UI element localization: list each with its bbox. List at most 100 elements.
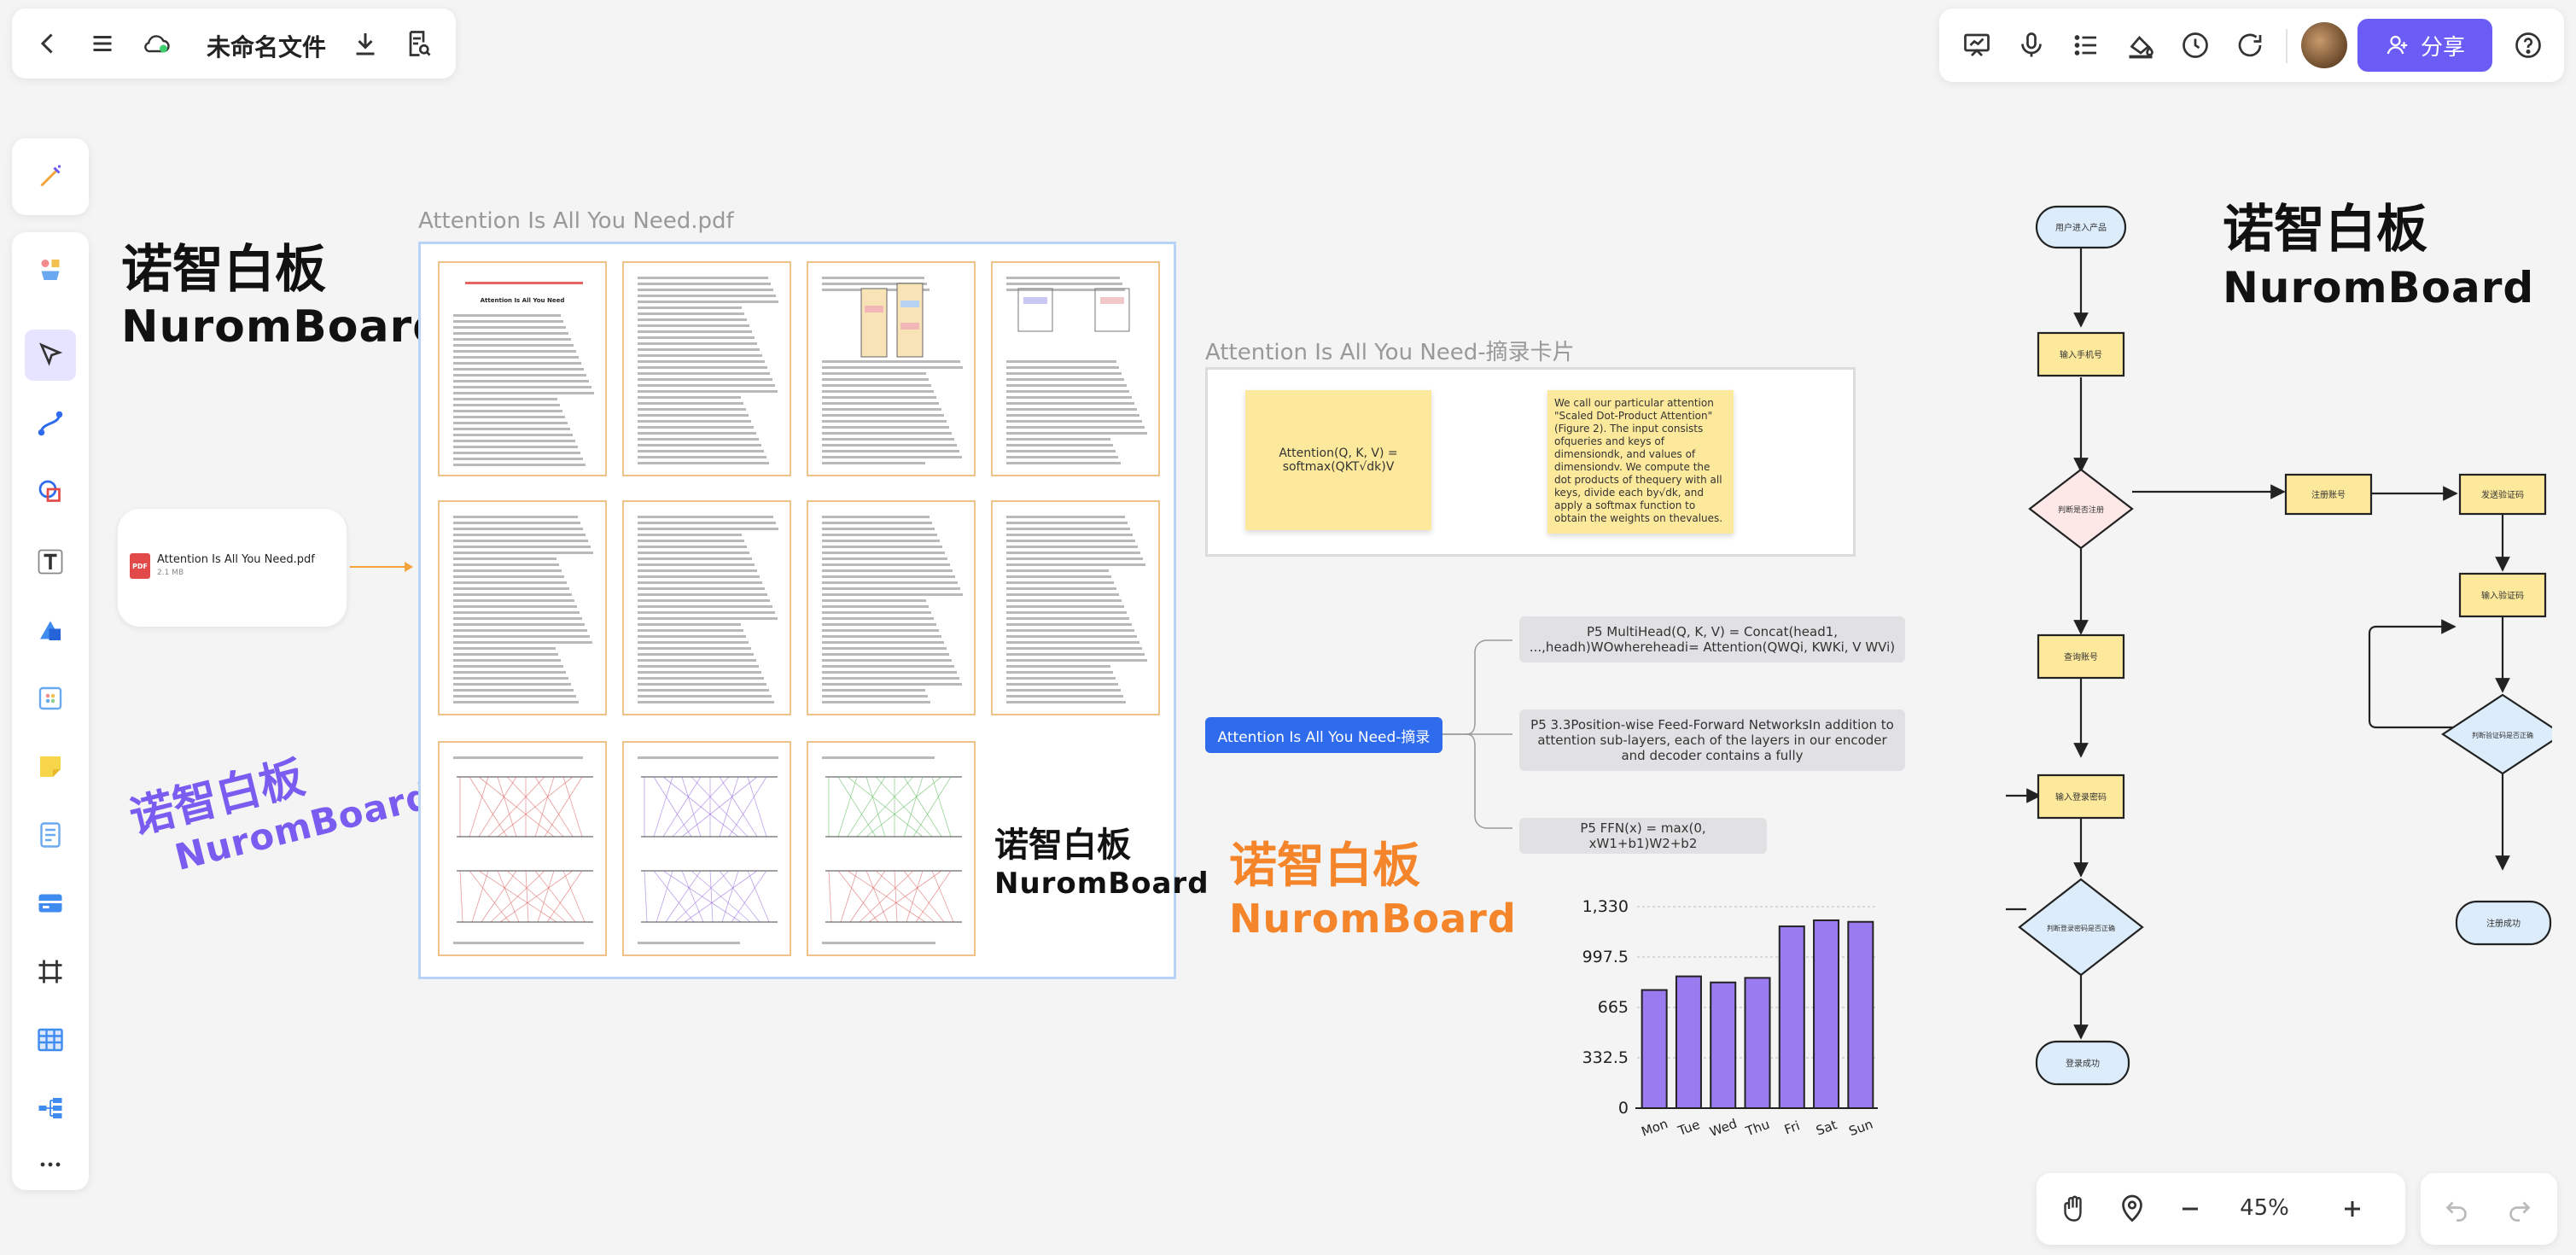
pdf-page-thumbnail[interactable] [991,261,1160,476]
pdf-text-line [638,689,769,692]
file-name[interactable]: 未命名文件 [207,29,326,63]
more-dots-icon[interactable] [25,1139,76,1190]
pdf-text-line [453,593,572,596]
pdf-text-line [638,366,767,369]
pdf-text-line [1006,528,1130,530]
pdf-text-line [638,605,772,608]
magic-pen-icon[interactable] [25,151,76,202]
pdf-text-line [822,581,958,584]
chart-bar[interactable] [1778,925,1805,1109]
pdf-page-thumbnail[interactable] [622,500,791,715]
chart-y-tick-label: 332.5 [1582,1048,1629,1067]
hand-pan-icon[interactable] [2049,1183,2100,1235]
select-cursor-icon[interactable] [25,330,76,381]
chart-y-tick-label: 0 [1618,1099,1629,1118]
pdf-text-line [822,671,957,674]
location-pin-icon[interactable] [2107,1183,2158,1235]
pdf-text-line [638,438,759,441]
pdf-text-line [822,647,947,650]
pdf-page-thumbnail[interactable] [807,741,976,956]
chart-bar[interactable] [1847,920,1874,1110]
chart-y-tick-label: 997.5 [1582,948,1629,966]
pdf-page-thumbnail[interactable] [438,741,607,956]
pdf-page-thumbnail[interactable] [807,261,976,476]
zoom-out-icon[interactable] [2165,1183,2216,1235]
chart-bar[interactable] [1710,981,1737,1109]
pdf-text-line [453,392,594,394]
pdf-file-card[interactable]: PDF Attention Is All You Need.pdf 2.1 MB [118,509,347,627]
template-grid-icon[interactable] [25,673,76,724]
brand-block-in-frame[interactable]: 诺智白板 NuromBoard [994,825,1209,902]
shapes-library-icon[interactable] [25,244,76,295]
pdf-page-thumbnail[interactable] [438,500,607,715]
fill-shape-icon[interactable] [25,604,76,656]
pdf-text-line [822,593,963,596]
pdf-text-line [453,362,581,365]
avatar[interactable] [2301,22,2347,68]
excerpt-sticky-paragraph[interactable]: We call our particular attention "Scaled… [1547,390,1734,534]
connector-curve-icon[interactable] [25,398,76,449]
flow-label: 发送验证码 [2481,489,2524,500]
pdf-text-line [1006,683,1118,686]
pdf-page-thumbnail[interactable] [807,500,976,715]
pdf-text-line [1006,629,1134,632]
file-search-icon[interactable] [393,18,444,69]
chart-bar[interactable] [1813,919,1840,1109]
pdf-frame-title[interactable]: Attention Is All You Need.pdf [418,208,734,234]
refresh-icon[interactable] [2224,20,2276,71]
pdf-text-line [1006,659,1147,662]
pdf-frame[interactable]: Attention Is All You Need 诺智白板 NuromBoar… [418,242,1209,979]
mindmap-child-node[interactable]: P5 FFN(x) = max(0, xW1+b1)W2+b2 [1519,818,1767,854]
mindmap-root-node[interactable]: Attention Is All You Need-摘录 [1205,717,1442,753]
pdf-page-thumbnail[interactable] [622,741,791,956]
excerpt-sticky-formula[interactable]: Attention(Q, K, V) = softmax(QKT√dk)V [1245,390,1431,530]
microphone-icon[interactable] [2006,20,2057,71]
text-tool-icon[interactable] [25,536,76,587]
fill-color-icon[interactable] [2115,20,2166,71]
zoom-in-icon[interactable] [2327,1183,2378,1235]
back-icon[interactable] [22,18,73,69]
mindmap-child-node[interactable]: P5 3.3Position-wise Feed-Forward Network… [1519,709,1905,771]
mindmap-icon[interactable] [25,1083,76,1134]
excerpt-frame[interactable]: Attention(Q, K, V) = softmax(QKT√dk)V We… [1205,367,1856,557]
mindmap-child-node[interactable]: P5 MultiHead(Q, K, V) = Concat(head1, ..… [1519,616,1905,663]
sticky-note-icon[interactable] [25,741,76,792]
excerpt-sticky-paragraph-text: We call our particular attention "Scaled… [1554,397,1723,524]
card-icon[interactable] [25,878,76,929]
redo-icon[interactable] [2494,1183,2545,1235]
flow-label: 判断是否注册 [2058,505,2104,515]
menu-icon[interactable] [77,18,128,69]
excerpt-frame-title[interactable]: Attention Is All You Need-摘录卡片 [1205,335,1575,366]
presentation-icon[interactable] [1951,20,2002,71]
brand-block-top-left[interactable]: 诺智白板 NuromBoard [121,239,445,353]
pdf-page-thumbnail[interactable] [622,261,791,476]
zoom-level[interactable]: 45% [2226,1195,2303,1221]
shape-tool-icon[interactable] [25,466,76,517]
chart-bar[interactable] [1744,977,1771,1109]
pdf-text-line [638,402,743,405]
pdf-page-thumbnail[interactable]: Attention Is All You Need [438,261,607,476]
history-clock-icon[interactable] [2170,20,2221,71]
chart-bar[interactable] [1675,975,1702,1110]
brand-block-orange[interactable]: 诺智白板 NuromBoard [1229,838,1517,943]
mindmap-connectors [1442,639,1512,829]
bar-chart[interactable]: 1,330 997.5 665 332.5 0 Mon Tue Wed Thu Fri Sat Sun [1571,888,1895,1144]
pdf-text-line [453,446,578,448]
download-icon[interactable] [340,18,391,69]
frame-tool-icon[interactable] [25,946,76,997]
flowchart[interactable]: 用户进入产品 输入手机号 判断是否注册 注册账号 发送验证码 查询账号 输入验证… [2006,188,2552,1135]
pdf-text-line [453,350,576,353]
pdf-text-line [453,540,588,542]
pdf-text-line [453,605,577,608]
pdf-text-line [1006,605,1124,608]
brand-block-purple[interactable]: 诺智白板 NuromBoard [125,722,437,889]
list-icon[interactable] [2060,20,2112,71]
chart-bar[interactable] [1641,989,1668,1110]
pdf-page-thumbnail[interactable] [991,500,1160,715]
document-icon[interactable] [25,809,76,861]
table-icon[interactable] [25,1014,76,1065]
help-icon[interactable] [2503,20,2554,71]
undo-icon[interactable] [2431,1183,2482,1235]
share-button[interactable]: 分享 [2357,19,2492,72]
pdf-text-line [453,557,557,560]
